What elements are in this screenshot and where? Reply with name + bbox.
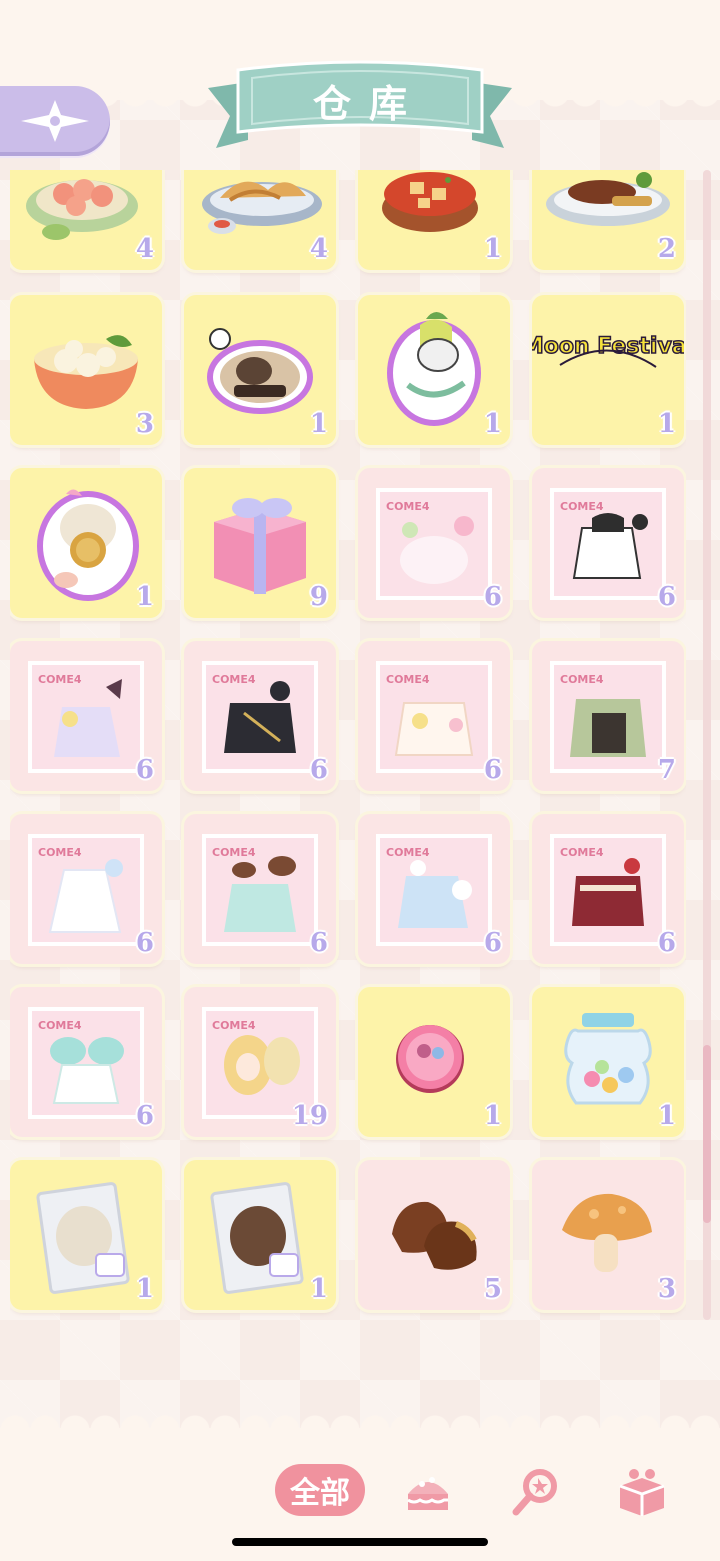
home-indicator[interactable] (232, 1538, 488, 1546)
item-count: 1 (309, 409, 328, 439)
item-count: 1 (657, 1101, 676, 1131)
inventory-item[interactable]: 2 (532, 170, 684, 270)
item-count: 7 (657, 755, 676, 785)
svg-text:COME4: COME4 (386, 846, 430, 859)
inventory-item[interactable]: 9 (184, 468, 336, 618)
item-count: 6 (309, 928, 328, 958)
item-count: 6 (483, 755, 502, 785)
item-count: 19 (291, 1101, 328, 1131)
footer-scallop-edge (0, 1410, 720, 1430)
inventory-item[interactable]: Moon Festival 1 (532, 295, 684, 445)
item-count: 1 (309, 1274, 328, 1304)
item-count: 4 (135, 234, 154, 264)
inventory-item[interactable]: 5 (358, 1160, 510, 1310)
item-count: 3 (657, 1274, 676, 1304)
gift-box-filter-icon[interactable] (614, 1464, 670, 1520)
inventory-item[interactable]: 1 (10, 468, 162, 618)
title-ribbon: 仓库 (208, 60, 512, 160)
inventory-item[interactable]: COME4 6 (10, 814, 162, 964)
svg-text:COME4: COME4 (212, 673, 256, 686)
compass-star-icon (21, 100, 89, 142)
item-count: 6 (483, 582, 502, 612)
svg-text:COME4: COME4 (212, 1019, 256, 1032)
inventory-item[interactable]: 4 (184, 170, 336, 270)
svg-text:COME4: COME4 (560, 673, 604, 686)
inventory-grid[interactable]: 4 4 1 2 3 1 1 Moon Festiva 1 1 9 COME4 6… (10, 170, 686, 1318)
back-button[interactable] (0, 86, 110, 156)
inventory-item[interactable]: COME4 6 (10, 641, 162, 791)
item-count: 6 (135, 1101, 154, 1131)
item-count: 1 (483, 1101, 502, 1131)
svg-text:COME4: COME4 (212, 846, 256, 859)
inventory-item[interactable]: 3 (10, 295, 162, 445)
inventory-item[interactable]: COME4 19 (184, 987, 336, 1137)
page-title: 仓库 (312, 81, 425, 126)
sticker-text: Moon Festival (532, 334, 684, 359)
inventory-item[interactable]: COME4 6 (184, 814, 336, 964)
inventory-item[interactable]: COME4 6 (532, 814, 684, 964)
svg-text:COME4: COME4 (38, 846, 82, 859)
inventory-item[interactable]: 1 (184, 295, 336, 445)
inventory-item[interactable]: COME4 7 (532, 641, 684, 791)
item-count: 6 (309, 755, 328, 785)
inventory-item[interactable]: 4 (10, 170, 162, 270)
inventory-item[interactable]: 1 (10, 1160, 162, 1310)
inventory-item[interactable]: COME4 6 (358, 814, 510, 964)
item-count: 1 (135, 582, 154, 612)
item-count: 3 (135, 409, 154, 439)
inventory-item[interactable]: 1 (358, 295, 510, 445)
svg-text:COME4: COME4 (560, 500, 604, 513)
inventory-item[interactable]: COME4 6 (358, 641, 510, 791)
item-count: 4 (309, 234, 328, 264)
item-count: 6 (483, 928, 502, 958)
item-count: 5 (483, 1274, 502, 1304)
item-count: 6 (135, 928, 154, 958)
item-count: 6 (657, 582, 676, 612)
item-count: 6 (135, 755, 154, 785)
inventory-item[interactable]: 3 (532, 1160, 684, 1310)
svg-text:COME4: COME4 (38, 1019, 82, 1032)
scrollbar-thumb[interactable] (703, 1045, 711, 1223)
item-count: 1 (657, 409, 676, 439)
svg-text:COME4: COME4 (38, 673, 82, 686)
inventory-item[interactable]: COME4 6 (532, 468, 684, 618)
cake-filter-icon[interactable] (400, 1464, 456, 1520)
inventory-item[interactable]: 1 (532, 987, 684, 1137)
item-count: 6 (657, 928, 676, 958)
magnifier-filter-icon[interactable] (508, 1464, 564, 1520)
inventory-item[interactable]: 1 (184, 1160, 336, 1310)
svg-text:COME4: COME4 (386, 673, 430, 686)
item-count: 1 (483, 409, 502, 439)
svg-text:COME4: COME4 (386, 500, 430, 513)
item-count: 2 (657, 234, 676, 264)
item-count: 1 (135, 1274, 154, 1304)
inventory-item[interactable]: COME4 6 (10, 987, 162, 1137)
item-count: 9 (309, 582, 328, 612)
item-count: 1 (483, 234, 502, 264)
inventory-item[interactable]: 1 (358, 170, 510, 270)
svg-text:COME4: COME4 (560, 846, 604, 859)
inventory-item[interactable]: 1 (358, 987, 510, 1137)
inventory-item[interactable]: COME4 6 (358, 468, 510, 618)
inventory-item[interactable]: COME4 6 (184, 641, 336, 791)
filter-all-button[interactable]: 全部 (275, 1464, 365, 1516)
